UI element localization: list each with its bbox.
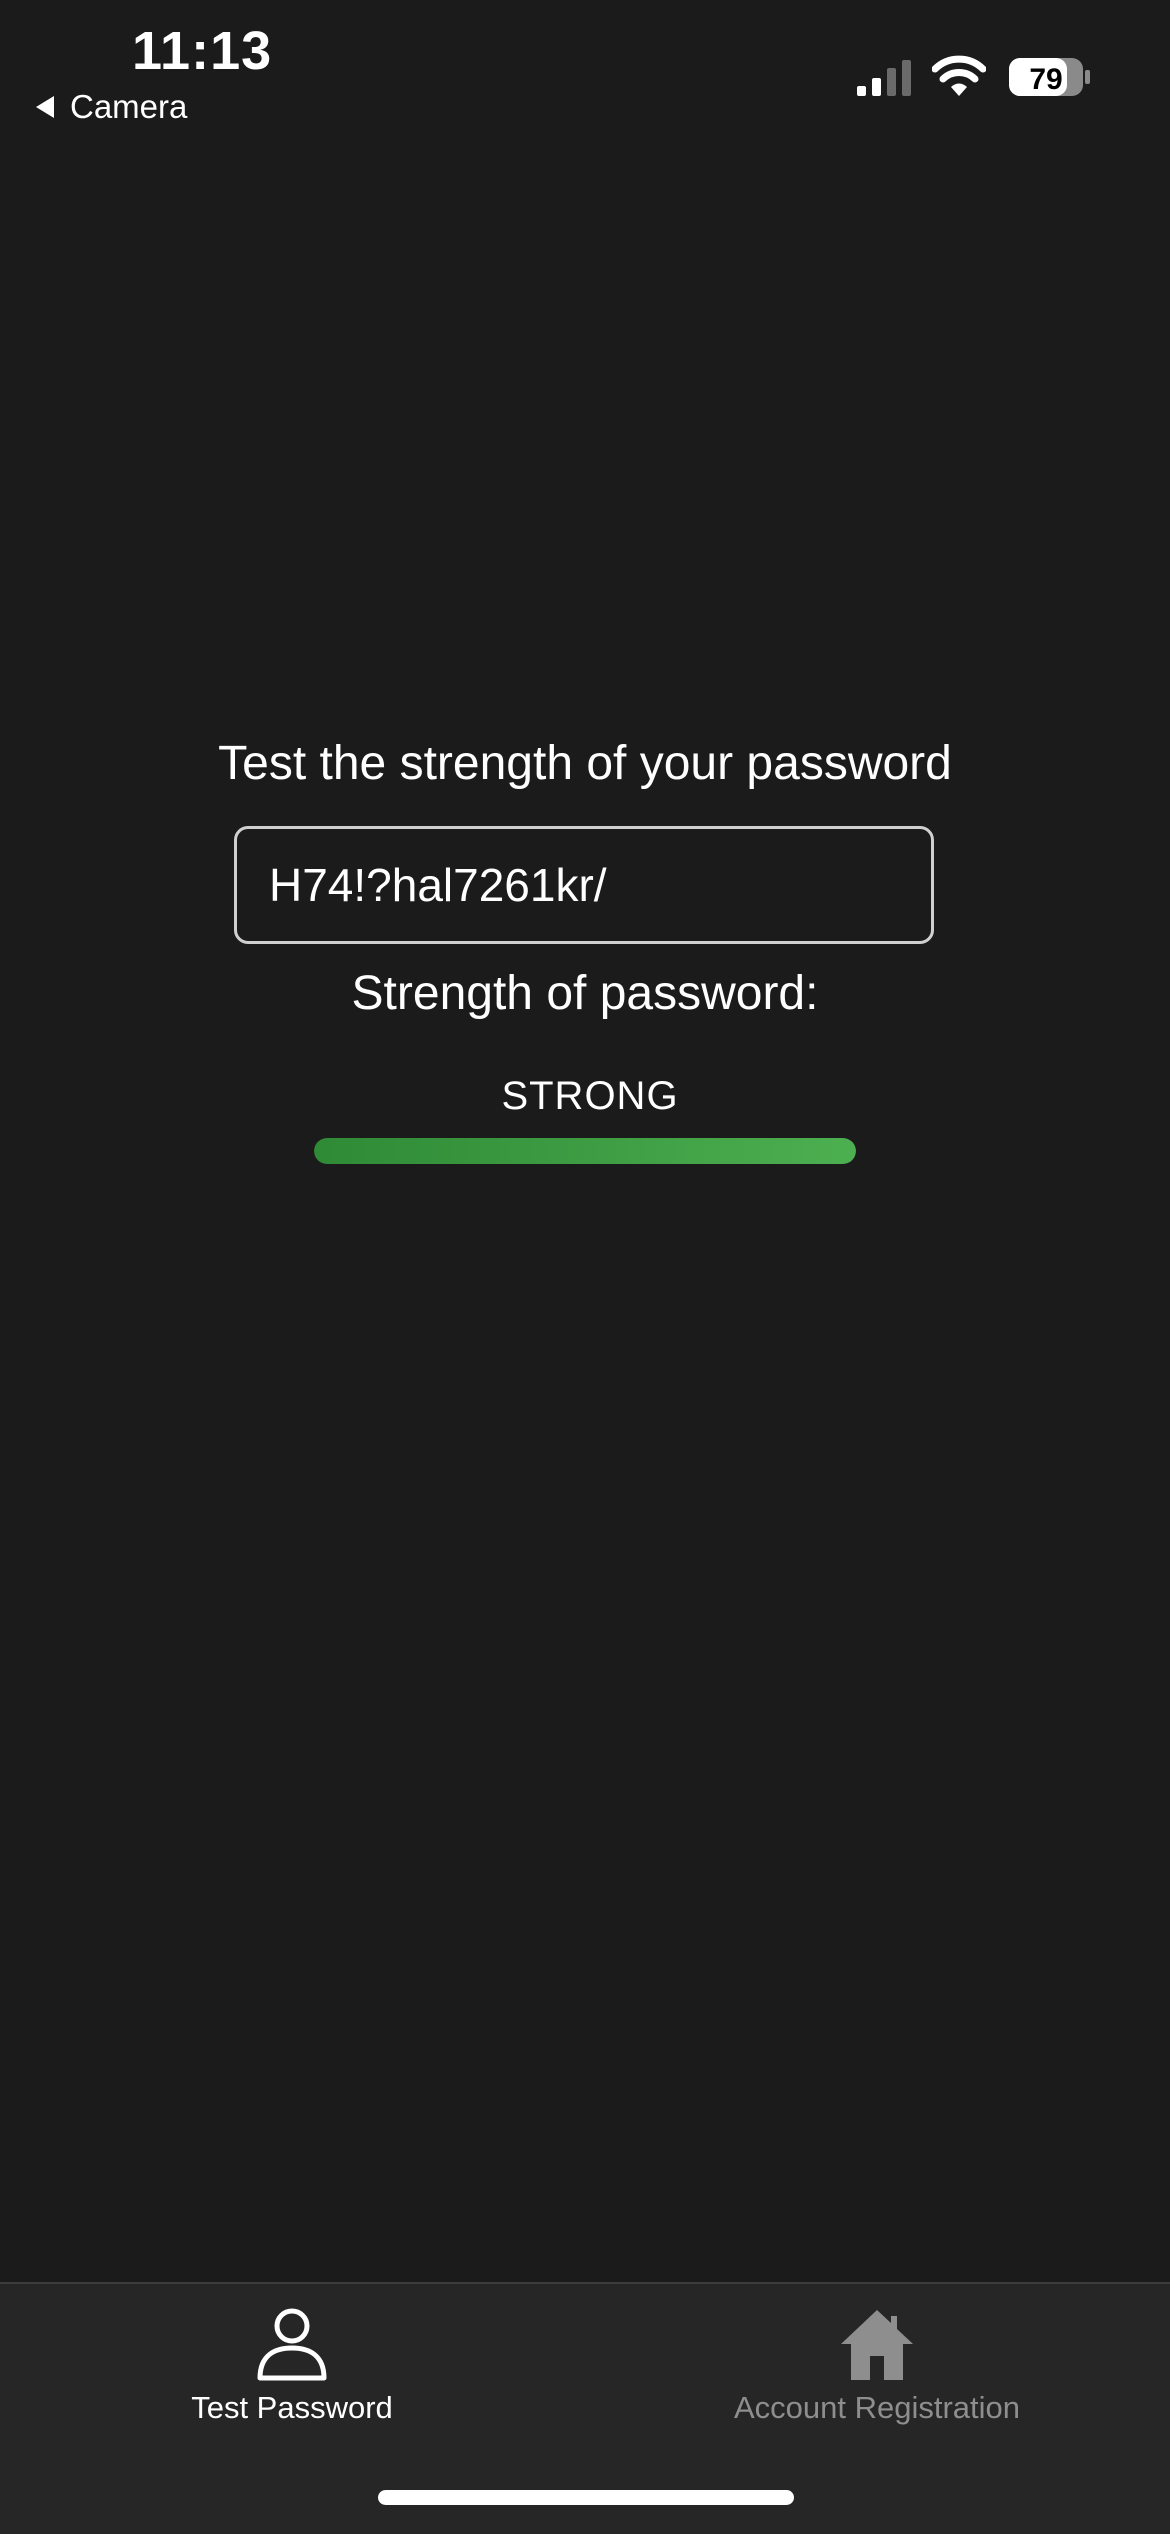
battery-level: 79: [1029, 63, 1062, 96]
status-bar: 11:13 Camera 79: [0, 0, 1170, 140]
house-icon: [841, 2310, 913, 2380]
back-link-label: Camera: [70, 88, 188, 125]
back-arrow-icon: [36, 96, 54, 118]
back-to-camera-link[interactable]: Camera: [36, 88, 187, 126]
battery-icon: 79: [1009, 58, 1090, 96]
password-input[interactable]: H74!?hal7261kr/: [234, 826, 934, 944]
strength-meter: [314, 1138, 856, 1164]
strength-label: Strength of password:: [351, 967, 819, 1020]
tab-test-password-label: Test Password: [191, 2390, 393, 2425]
tab-test-password[interactable]: Test Password: [82, 2304, 502, 2444]
wifi-icon: [932, 55, 986, 96]
status-time: 11:13: [132, 21, 273, 81]
strength-value: STRONG: [501, 1074, 679, 1118]
person-icon: [257, 2308, 327, 2381]
tab-account-registration[interactable]: Account Registration: [667, 2304, 1087, 2444]
strength-meter-fill: [314, 1138, 856, 1164]
cellular-signal-icon: [857, 60, 911, 96]
tab-account-registration-label: Account Registration: [733, 2390, 1021, 2425]
page-heading: Test the strength of your password: [218, 737, 952, 790]
home-indicator: [378, 2490, 794, 2505]
